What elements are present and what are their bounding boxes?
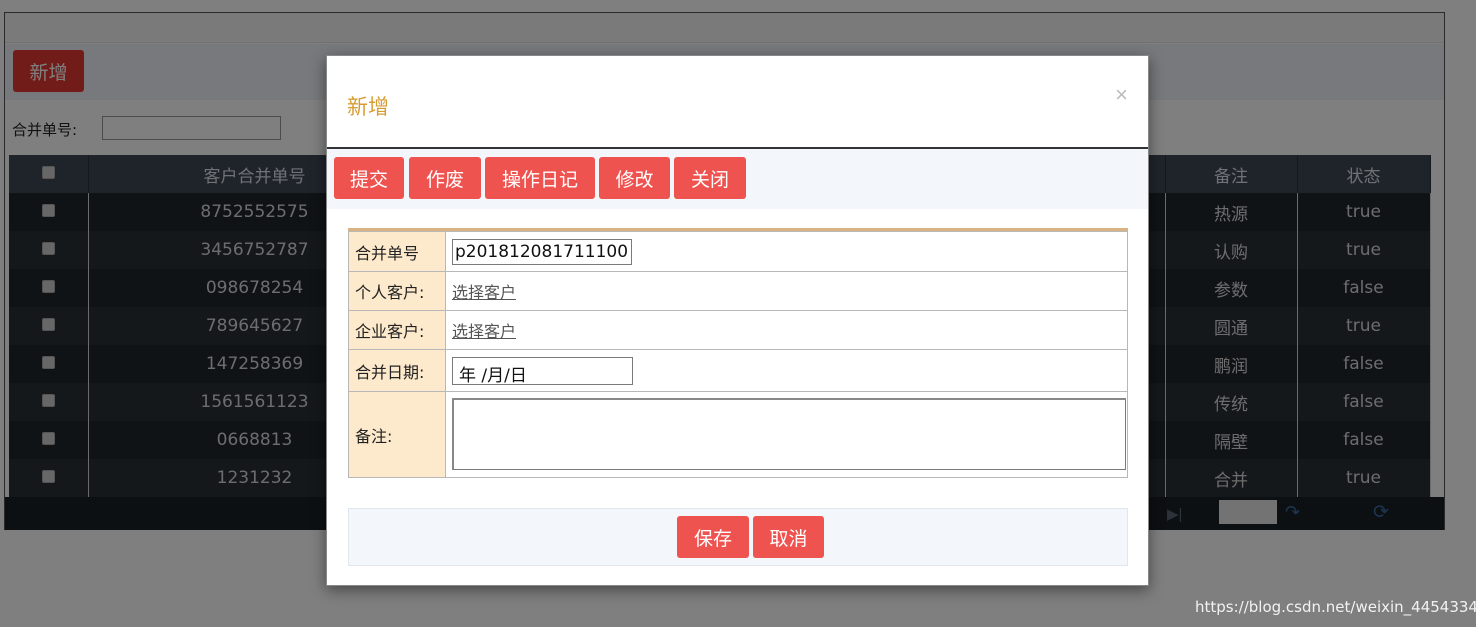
merge-date-label: 合并日期: [348,349,446,392]
remark-textarea[interactable] [452,397,1126,470]
cancel-button[interactable]: 取消 [753,516,824,558]
dialog-toolbar: 提交 作废 操作日记 修改 关闭 [327,149,1148,209]
form-row-company: 企业客户: 选择客户 [348,310,1128,350]
merge-form: 合并单号 个人客户: 选择客户 企业客户: 选择客户 合并日期: 年 /月/日 … [348,228,1128,478]
dialog-footer: 保存 取消 [348,508,1128,566]
form-row-merge-no: 合并单号 [348,231,1128,272]
edit-button[interactable]: 修改 [599,157,670,199]
close-button[interactable]: 关闭 [674,157,746,199]
form-row-date: 合并日期: 年 /月/日 [348,349,1128,392]
dialog-title: 新增 [347,95,389,119]
merge-date-field[interactable]: 年 /月/日 [452,356,633,386]
personal-customer-label: 个人客户: [348,271,446,311]
select-personal-customer-link[interactable]: 选择客户 [452,283,516,302]
dialog-header: 新增 × [327,56,1148,149]
void-button[interactable]: 作废 [409,157,481,199]
add-dialog: 新增 × 提交 作废 操作日记 修改 关闭 合并单号 个人客户: 选择客户 企业… [326,55,1149,586]
submit-button[interactable]: 提交 [334,157,404,199]
close-icon[interactable]: × [1115,82,1128,108]
remark-label: 备注: [348,391,446,478]
form-row-personal: 个人客户: 选择客户 [348,271,1128,311]
merge-no-label: 合并单号 [348,231,446,272]
select-company-customer-link[interactable]: 选择客户 [452,322,516,341]
company-customer-label: 企业客户: [348,310,446,350]
save-button[interactable]: 保存 [677,516,749,558]
watermark: https://blog.csdn.net/weixin_44543349 [1195,598,1476,616]
form-row-remark: 备注: [348,391,1128,478]
operation-log-button[interactable]: 操作日记 [485,157,595,199]
merge-no-field[interactable] [452,238,632,265]
